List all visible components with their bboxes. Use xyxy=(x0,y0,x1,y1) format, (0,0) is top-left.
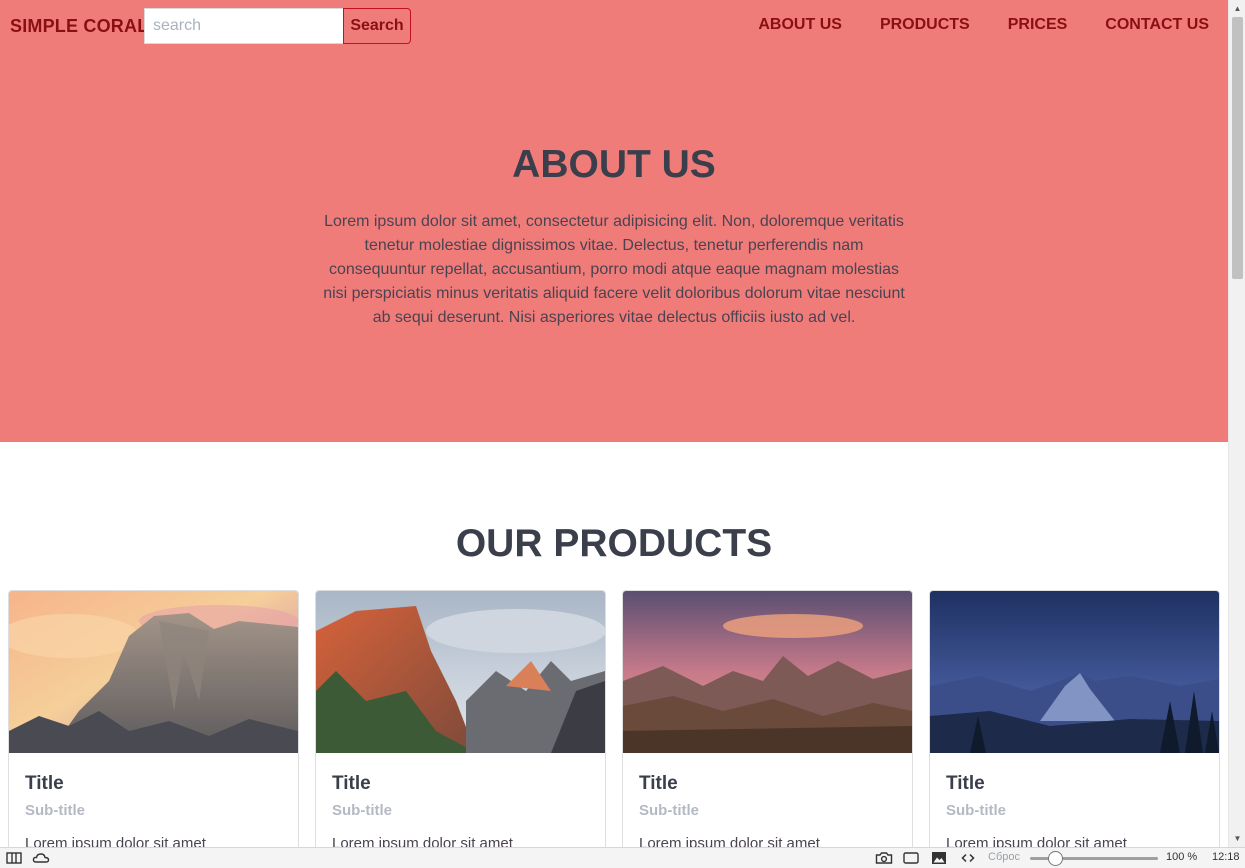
product-card[interactable]: Title Sub-title Lorem ipsum dolor sit am… xyxy=(622,590,913,847)
nav-links: ABOUT US PRODUCTS PRICES CONTACT US xyxy=(758,16,1209,34)
card-text: Lorem ipsum dolor sit amet xyxy=(25,835,206,847)
scroll-up-arrow-icon[interactable]: ▲ xyxy=(1229,0,1245,17)
clock: 12:18 xyxy=(1212,851,1240,863)
card-subtitle: Sub-title xyxy=(946,802,1006,819)
yosemite-night-image xyxy=(930,591,1219,753)
product-card[interactable]: Title Sub-title Lorem ipsum dolor sit am… xyxy=(315,590,606,847)
nav-link-about-us[interactable]: ABOUT US xyxy=(758,16,842,34)
card-subtitle: Sub-title xyxy=(332,802,392,819)
card-text: Lorem ipsum dolor sit amet xyxy=(946,835,1127,847)
product-card[interactable]: Title Sub-title Lorem ipsum dolor sit am… xyxy=(929,590,1220,847)
nav-link-products[interactable]: PRODUCTS xyxy=(880,16,970,34)
image-icon[interactable] xyxy=(931,851,947,865)
camera-icon[interactable] xyxy=(875,851,893,865)
nav-link-contact-us[interactable]: CONTACT US xyxy=(1105,16,1209,34)
card-text: Lorem ipsum dolor sit amet xyxy=(639,835,820,847)
browser-viewport: SIMPLE CORAL Search ABOUT US PRODUCTS PR… xyxy=(0,0,1228,847)
nav-link-prices[interactable]: PRICES xyxy=(1008,16,1068,34)
products-heading: OUR PRODUCTS xyxy=(455,522,773,565)
vertical-scrollbar[interactable]: ▲ ▼ xyxy=(1228,0,1245,847)
panel-icon[interactable] xyxy=(6,851,22,865)
sierra-dusk-image xyxy=(623,591,912,753)
window-icon[interactable] xyxy=(903,851,919,865)
code-icon[interactable] xyxy=(960,851,976,865)
browser-status-bar: Сброс 100 % 12:18 xyxy=(0,847,1245,868)
half-dome-sunset-image xyxy=(9,591,298,753)
navbar: SIMPLE CORAL Search ABOUT US PRODUCTS PR… xyxy=(0,0,1228,52)
hero-section: SIMPLE CORAL Search ABOUT US PRODUCTS PR… xyxy=(0,0,1228,442)
el-capitan-image xyxy=(316,591,605,753)
search-button[interactable]: Search xyxy=(343,8,411,44)
zoom-slider-knob[interactable] xyxy=(1048,851,1064,866)
scroll-down-arrow-icon[interactable]: ▼ xyxy=(1229,830,1245,847)
zoom-reset-button[interactable]: Сброс xyxy=(988,851,1020,863)
card-title: Title xyxy=(25,773,64,794)
search-input[interactable] xyxy=(144,8,344,44)
cloud-icon[interactable] xyxy=(32,851,50,865)
about-heading: ABOUT US xyxy=(512,143,716,186)
card-subtitle: Sub-title xyxy=(639,802,699,819)
card-text: Lorem ipsum dolor sit amet xyxy=(332,835,513,847)
zoom-level[interactable]: 100 % xyxy=(1166,851,1197,863)
about-paragraph: Lorem ipsum dolor sit amet, consectetur … xyxy=(323,213,905,326)
scroll-thumb[interactable] xyxy=(1232,17,1243,279)
card-title: Title xyxy=(639,773,678,794)
card-subtitle: Sub-title xyxy=(25,802,85,819)
brand-logo[interactable]: SIMPLE CORAL xyxy=(10,16,148,37)
card-title: Title xyxy=(332,773,371,794)
card-title: Title xyxy=(946,773,985,794)
product-card[interactable]: Title Sub-title Lorem ipsum dolor sit am… xyxy=(8,590,299,847)
